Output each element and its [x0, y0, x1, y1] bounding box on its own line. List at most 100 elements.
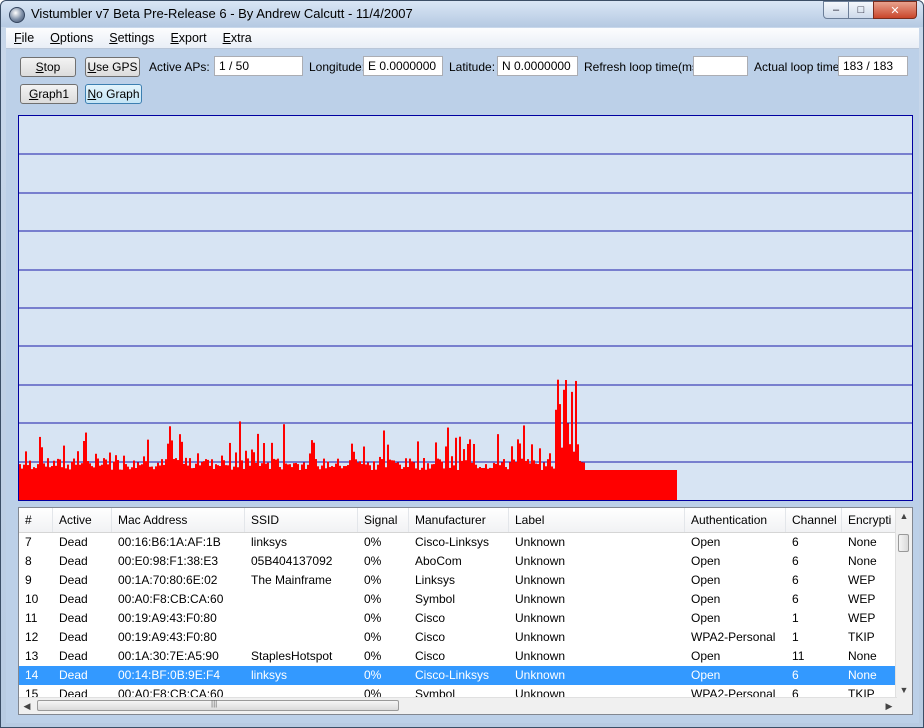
graph-bar — [465, 460, 467, 500]
graph-bar — [65, 468, 67, 500]
graph-bar — [257, 433, 259, 500]
table-row[interactable]: 11 Dead 00:19:A9:43:F0:80 0% Cisco Unknown Ope… — [19, 609, 897, 628]
table-cell: linksys — [251, 535, 288, 549]
table-cell: Unknown — [515, 668, 566, 682]
graph-bar — [89, 463, 91, 500]
app-globe-icon[interactable] — [9, 7, 25, 23]
graph-bar — [69, 469, 71, 500]
graph-bar — [347, 465, 349, 500]
graph-bar — [137, 462, 139, 500]
table-cell: 7 — [25, 535, 32, 549]
table-row[interactable]: 7 Dead 00:16:B6:1A:AF:1B linksys 0% Cisco-Lin… — [19, 533, 897, 552]
graph-bar — [101, 464, 103, 500]
column-header[interactable]: Authentication — [685, 508, 786, 532]
graph-bar — [223, 460, 225, 500]
title-bar[interactable]: Vistumbler v7 Beta Pre-Release 6 - By An… — [1, 1, 923, 27]
column-header[interactable]: Label — [509, 508, 685, 532]
graph-bar — [469, 439, 471, 500]
use-gps-button[interactable]: Use GPS — [85, 57, 140, 77]
minimize-button[interactable]: – — [823, 1, 849, 19]
graph-bar — [379, 456, 381, 500]
horizontal-scroll-thumb[interactable]: ||| — [37, 699, 399, 711]
table-cell: Dead — [59, 611, 88, 625]
scroll-left-arrow-icon[interactable]: ◀ — [19, 698, 35, 714]
graph-bar — [363, 446, 365, 500]
graph-bar — [285, 463, 287, 500]
vertical-scroll-thumb[interactable] — [898, 534, 909, 552]
graph-bar — [111, 469, 113, 500]
graph-bar — [419, 469, 421, 500]
graph-bar — [533, 460, 535, 500]
table-row[interactable]: 13 Dead 00:1A:30:7E:A5:90 StaplesHotspot 0% C… — [19, 647, 897, 666]
graph-bar — [193, 467, 195, 500]
graph-bar — [337, 458, 339, 500]
graph-bar — [83, 441, 85, 500]
menu-file[interactable]: File — [6, 31, 42, 45]
table-row[interactable]: 8 Dead 00:E0:98:F1:38:E3 05B404137092 0% AboC… — [19, 552, 897, 571]
scroll-right-arrow-icon[interactable]: ▶ — [881, 698, 897, 714]
column-header[interactable]: Signal — [358, 508, 409, 532]
table-cell: Unknown — [515, 649, 566, 663]
graph-bar — [77, 451, 79, 500]
graph-bar — [187, 465, 189, 500]
graph-bar — [281, 469, 283, 500]
graph-bar — [355, 459, 357, 500]
no-graph-button[interactable]: No Graph — [85, 84, 142, 104]
graph-bar — [169, 426, 171, 500]
column-header[interactable]: Channel — [786, 508, 842, 532]
graph-bar — [323, 458, 325, 500]
stop-button[interactable]: Stop — [20, 57, 76, 77]
refresh-loop-field[interactable] — [693, 56, 748, 76]
table-cell: 14 — [25, 668, 39, 682]
graph-bar — [233, 466, 235, 500]
graph-bar — [509, 462, 511, 500]
graph-bar — [183, 463, 185, 500]
longitude-field[interactable]: E 0.0000000 — [363, 56, 443, 76]
graph-bar — [499, 465, 501, 500]
graph-bar — [369, 465, 371, 500]
column-header[interactable]: Manufacturer — [409, 508, 509, 532]
graph-bar — [235, 452, 237, 500]
active-aps-field[interactable]: 1 / 50 — [214, 56, 303, 76]
table-row[interactable]: 12 Dead 00:19:A9:43:F0:80 0% Cisco Unknown WPA… — [19, 628, 897, 647]
table-cell: Cisco — [415, 630, 446, 644]
scroll-up-arrow-icon[interactable]: ▲ — [896, 508, 912, 524]
graph-bar — [389, 459, 391, 500]
menu-export[interactable]: Export — [162, 31, 214, 45]
column-header[interactable]: Encrypti — [842, 508, 902, 532]
graph-bar — [105, 459, 107, 500]
menu-options[interactable]: Options — [42, 31, 101, 45]
column-header[interactable]: Active — [53, 508, 112, 532]
table-cell: Open — [691, 535, 721, 549]
graph-bar — [431, 464, 433, 500]
graph-bar — [383, 430, 385, 500]
table-cell: Dead — [59, 535, 88, 549]
graph-bar — [319, 469, 321, 500]
column-header[interactable]: # — [19, 508, 53, 532]
vertical-scrollbar[interactable]: ▲ ▼ — [895, 508, 912, 698]
graph-bar — [95, 453, 97, 500]
table-row[interactable]: 9 Dead 00:1A:70:80:6E:02 The Mainframe 0% Lin… — [19, 571, 897, 590]
scroll-down-arrow-icon[interactable]: ▼ — [896, 682, 912, 698]
column-header[interactable]: SSID — [245, 508, 358, 532]
table-row[interactable]: 10 Dead 00:A0:F8:CB:CA:60 0% Symbol Unknown Op… — [19, 590, 897, 609]
maximize-button[interactable]: □ — [848, 1, 874, 19]
horizontal-scrollbar[interactable]: ◀ ||| ▶ — [19, 697, 897, 714]
graph-bar — [55, 465, 57, 500]
graph-bar — [267, 462, 269, 500]
signal-graph-bars — [19, 153, 912, 500]
graph-bar — [97, 458, 99, 500]
graph1-button[interactable]: Graph1 — [20, 84, 78, 104]
table-cell: 00:16:B6:1A:AF:1B — [118, 535, 221, 549]
table-cell: WPA2-Personal — [691, 630, 776, 644]
menu-settings[interactable]: Settings — [101, 31, 162, 45]
graph-bar — [291, 467, 293, 500]
table-cell: Unknown — [515, 535, 566, 549]
graph-bar — [365, 464, 367, 500]
column-header[interactable]: Mac Address — [112, 508, 245, 532]
close-button[interactable]: ✕ — [873, 1, 917, 19]
latitude-field[interactable]: N 0.0000000 — [497, 56, 578, 76]
actual-loop-field[interactable]: 183 / 183 — [838, 56, 908, 76]
menu-extra[interactable]: Extra — [215, 31, 260, 45]
table-row[interactable]: 14 Dead 00:14:BF:0B:9E:F4 linksys 0% Cisco-Li… — [19, 666, 897, 685]
